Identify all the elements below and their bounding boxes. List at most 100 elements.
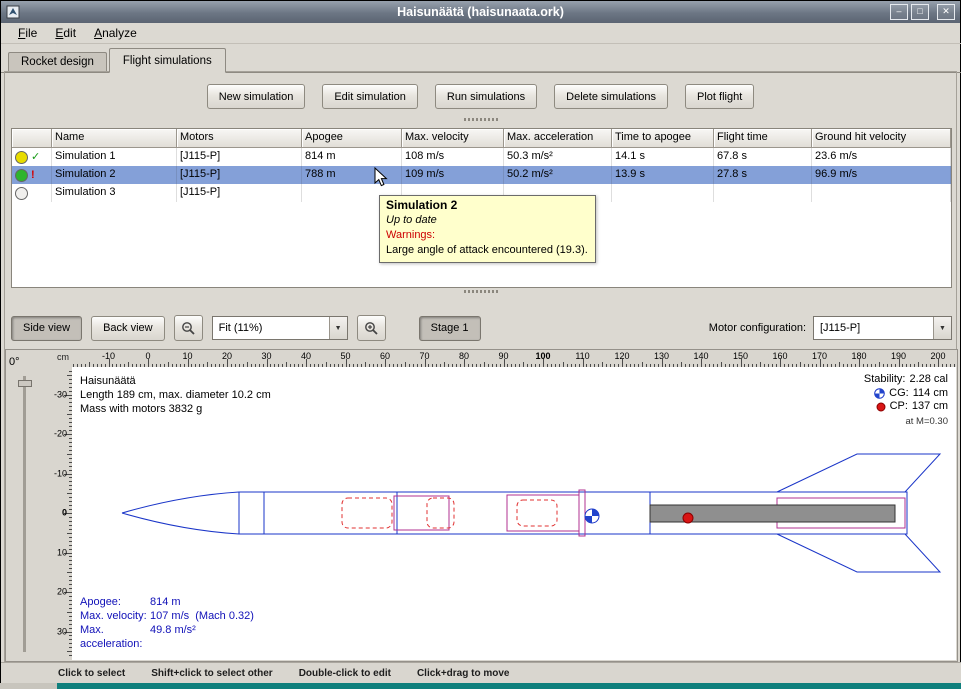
flight-stat: Apogee:814 m	[80, 595, 254, 609]
rocket-canvas[interactable]: Haisunäätä Length 189 cm, max. diameter …	[72, 367, 956, 660]
splitter-grip-top[interactable]	[464, 118, 498, 121]
ruler-label: 10	[182, 351, 192, 361]
cell-name: Simulation 2	[52, 166, 177, 184]
flight-stats: Apogee:814 mMax. velocity:107 m/s (Mach …	[80, 595, 254, 651]
chevron-down-icon: ▼	[329, 317, 347, 339]
zoom-out-button[interactable]	[174, 315, 203, 341]
cg-value: 114 cm	[913, 387, 948, 401]
menu-edit[interactable]: Edit	[46, 24, 85, 42]
rotation-slider[interactable]	[23, 376, 26, 652]
ruler-label: -30	[54, 389, 67, 399]
menu-analyze[interactable]: Analyze	[85, 24, 146, 42]
motor-configuration-value: [J115-P]	[814, 322, 933, 334]
cp-label: CP:	[890, 400, 908, 414]
cell-time-to-apogee: 13.9 s	[612, 166, 714, 184]
ruler-label: 200	[930, 351, 945, 361]
ruler-label: 100	[535, 351, 550, 361]
ruler-label: 40	[301, 351, 311, 361]
cell-max-velocity: 109 m/s	[402, 166, 504, 184]
status-hint: Shift+click to select other	[151, 668, 272, 679]
ruler-label: 140	[693, 351, 708, 361]
rocket-name: Haisunäätä	[80, 374, 271, 388]
table-row-simulation-1[interactable]: ✓Simulation 1[J115-P]814 m108 m/s50.3 m/…	[12, 148, 951, 166]
rocket-info: Haisunäätä Length 189 cm, max. diameter …	[80, 374, 271, 416]
cell-flight-time	[714, 184, 812, 202]
tab-bar: Rocket designFlight simulations	[1, 43, 961, 73]
minimize-button[interactable]: –	[890, 4, 908, 20]
cell-motors: [J115-P]	[177, 184, 302, 202]
cell-motors: [J115-P]	[177, 148, 302, 166]
ruler-label: 0	[62, 508, 67, 518]
ruler-unit-label: cm	[54, 352, 72, 366]
rocket-mass: Mass with motors 3832 g	[80, 402, 271, 416]
column-header-max-acceleration[interactable]: Max. acceleration	[504, 129, 612, 148]
column-header-apogee[interactable]: Apogee	[302, 129, 402, 148]
plot-flight-button[interactable]: Plot flight	[685, 84, 754, 109]
stage-1-toggle[interactable]: Stage 1	[419, 316, 481, 341]
cell-ground-hit-velocity: 96.9 m/s	[812, 166, 951, 184]
desktop-strip	[57, 683, 961, 689]
table-row-simulation-2[interactable]: !Simulation 2[J115-P]788 m109 m/s50.2 m/…	[12, 166, 951, 184]
status-mark-icon: ✓	[31, 152, 40, 163]
side-view-button[interactable]: Side view	[11, 316, 82, 341]
maximize-button[interactable]: □	[911, 4, 929, 20]
column-header-name[interactable]: Name	[52, 129, 177, 148]
stability-label: Stability:	[864, 373, 906, 387]
column-header-flight-time[interactable]: Flight time	[714, 129, 812, 148]
zoom-select-value: Fit (11%)	[213, 322, 329, 334]
cell-max-acceleration: 50.2 m/s²	[504, 166, 612, 184]
tooltip-title: Simulation 2	[386, 198, 588, 213]
flight-stat-value: 49.8 m/s²	[150, 623, 196, 651]
ruler-label: 50	[340, 351, 350, 361]
horizontal-ruler: -100102030405060708090100110120130140150…	[72, 351, 956, 367]
splitter-grip-bottom[interactable]	[464, 290, 498, 293]
status-hint: Click+drag to move	[417, 668, 510, 679]
flight-stat: Max. velocity:107 m/s (Mach 0.32)	[80, 609, 254, 623]
cell-flight-time: 27.8 s	[714, 166, 812, 184]
menu-file[interactable]: File	[9, 24, 46, 42]
status-ball-icon	[15, 187, 28, 200]
ruler-label: 160	[772, 351, 787, 361]
tooltip-warnings-label: Warnings:	[386, 228, 588, 243]
tab-flight-simulations[interactable]: Flight simulations	[109, 48, 226, 73]
column-header-time-to-apogee[interactable]: Time to apogee	[612, 129, 714, 148]
tooltip-status: Up to date	[386, 213, 588, 228]
cg-label: CG:	[889, 387, 909, 401]
ruler-label: 180	[851, 351, 866, 361]
rocket-dimensions: Length 189 cm, max. diameter 10.2 cm	[80, 388, 271, 402]
edit-simulation-button[interactable]: Edit simulation	[322, 84, 418, 109]
column-header-max-velocity[interactable]: Max. velocity	[402, 129, 504, 148]
back-view-button[interactable]: Back view	[91, 316, 165, 341]
rocket-figure-panel: 0° cm -100102030405060708090100110120130…	[5, 349, 958, 662]
cell-apogee: 814 m	[302, 148, 402, 166]
ruler-label: 190	[891, 351, 906, 361]
cell-name: Simulation 3	[52, 184, 177, 202]
column-header-status[interactable]	[12, 129, 52, 148]
flight-stat-label: Max. acceleration:	[80, 623, 150, 651]
ruler-label: 170	[812, 351, 827, 361]
flight-stat-value: 107 m/s (Mach 0.32)	[150, 609, 254, 623]
window-title: Haisunäätä (haisunaata.ork)	[1, 5, 960, 19]
flight-stat: Max. acceleration:49.8 m/s²	[80, 623, 254, 651]
column-header-motors[interactable]: Motors	[177, 129, 302, 148]
motor-configuration-select[interactable]: [J115-P] ▼	[813, 316, 952, 340]
tab-rocket-design[interactable]: Rocket design	[8, 52, 107, 72]
zoom-select[interactable]: Fit (11%) ▼	[212, 316, 348, 340]
cp-value: 137 cm	[912, 400, 948, 414]
column-header-ground-hit-velocity[interactable]: Ground hit velocity	[812, 129, 951, 148]
close-button[interactable]: ✕	[937, 4, 955, 20]
zoom-out-icon	[181, 321, 196, 336]
ruler-label: 10	[57, 547, 67, 557]
status-cell: !	[12, 166, 52, 184]
zoom-in-button[interactable]	[357, 315, 386, 341]
rotation-slider-handle[interactable]	[18, 380, 32, 387]
cg-icon	[874, 388, 885, 399]
status-cell: ✓	[12, 148, 52, 166]
run-simulations-button[interactable]: Run simulations	[435, 84, 537, 109]
delete-simulations-button[interactable]: Delete simulations	[554, 84, 668, 109]
table-header: NameMotorsApogeeMax. velocityMax. accele…	[12, 129, 951, 148]
cg-marker	[585, 509, 599, 523]
status-hint: Click to select	[58, 668, 125, 679]
new-simulation-button[interactable]: New simulation	[207, 84, 306, 109]
ruler-label: 20	[57, 587, 67, 597]
